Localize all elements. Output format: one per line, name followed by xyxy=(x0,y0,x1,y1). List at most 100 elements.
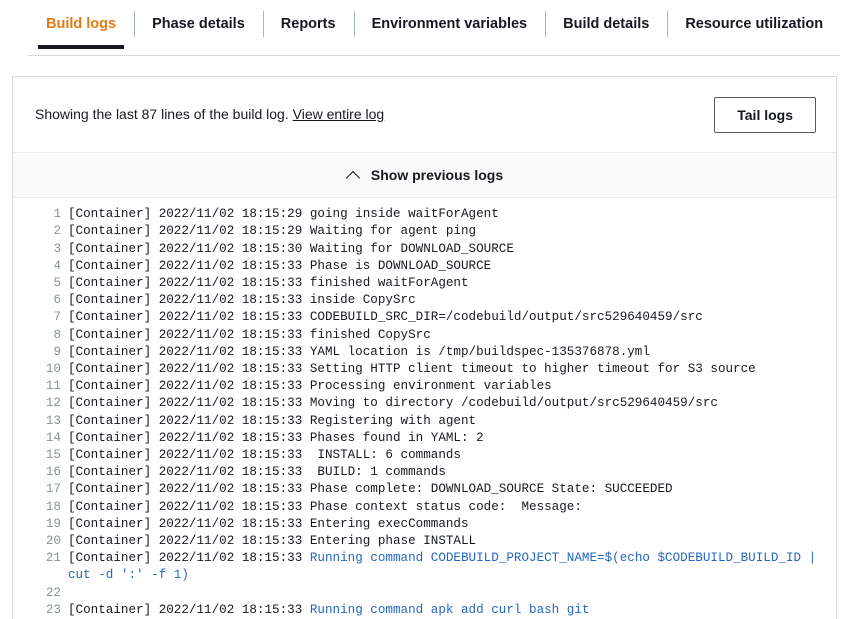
log-line-prefix: [Container] 2022/11/02 18:15:33 Processi… xyxy=(68,379,552,394)
log-line: 22 xyxy=(13,585,836,602)
build-tabs: Build logs Phase details Reports Environ… xyxy=(0,0,849,56)
log-line-prefix: [Container] 2022/11/02 18:15:30 Waiting … xyxy=(68,241,514,256)
tab-reports[interactable]: Reports xyxy=(262,0,354,48)
log-line-text: [Container] 2022/11/02 18:15:33 Setting … xyxy=(68,361,836,378)
log-line: 7 [Container] 2022/11/02 18:15:33 CODEBUI… xyxy=(13,309,836,326)
log-line-prefix: [Container] 2022/11/02 18:15:33 Phases f… xyxy=(68,430,484,445)
log-line: 17 [Container] 2022/11/02 18:15:33 Phase … xyxy=(13,481,836,498)
log-summary-label: Showing the last 87 lines of the build l… xyxy=(35,106,289,123)
log-line-text: [Container] 2022/11/02 18:15:33 Moving t… xyxy=(68,395,836,412)
log-line-text: [Container] 2022/11/02 18:15:33 Phase co… xyxy=(68,499,836,516)
log-line-text: [Container] 2022/11/02 18:15:33 BUILD: 1… xyxy=(68,464,836,481)
log-line-text: [Container] 2022/11/02 18:15:33 CODEBUIL… xyxy=(68,309,836,326)
log-line: 15 [Container] 2022/11/02 18:15:33 INSTAL… xyxy=(13,447,836,464)
log-line-prefix: [Container] 2022/11/02 18:15:33 Register… xyxy=(68,413,477,428)
log-line: 4 [Container] 2022/11/02 18:15:33 Phase i… xyxy=(13,258,836,275)
log-line: 19 [Container] 2022/11/02 18:15:33 Enteri… xyxy=(13,516,836,533)
log-line-number: 14 xyxy=(45,430,61,445)
log-line: 23 [Container] 2022/11/02 18:15:33 Runnin… xyxy=(13,602,836,619)
log-line-text: [Container] 2022/11/02 18:15:33 Entering… xyxy=(68,516,836,533)
log-line: 21 [Container] 2022/11/02 18:15:33 Runnin… xyxy=(13,550,836,584)
log-line: 13 [Container] 2022/11/02 18:15:33 Regist… xyxy=(13,413,836,430)
show-previous-logs-inner: Show previous logs xyxy=(346,167,503,183)
log-line-number: 21 xyxy=(45,551,61,566)
log-line-text: [Container] 2022/11/02 18:15:33 Running … xyxy=(68,602,836,619)
log-line: 5 [Container] 2022/11/02 18:15:33 finishe… xyxy=(13,275,836,292)
log-line-number: 2 xyxy=(53,224,61,239)
log-line: 14 [Container] 2022/11/02 18:15:33 Phases… xyxy=(13,430,836,447)
log-line-number: 1 xyxy=(53,207,61,222)
tab-reports-label: Reports xyxy=(280,16,336,32)
log-line-prefix: [Container] 2022/11/02 18:15:33 Setting … xyxy=(68,362,756,377)
log-line-prefix: [Container] 2022/11/02 18:15:33 Entering… xyxy=(68,516,469,531)
tail-logs-button[interactable]: Tail logs xyxy=(714,97,816,134)
log-line-text: [Container] 2022/11/02 18:15:33 Phase co… xyxy=(68,481,836,498)
log-line: 9 [Container] 2022/11/02 18:15:33 YAML lo… xyxy=(13,344,836,361)
tab-environment-variables[interactable]: Environment variables xyxy=(353,0,546,48)
log-line-prefix: [Container] 2022/11/02 18:15:33 CODEBUIL… xyxy=(68,310,703,325)
log-line-text: [Container] 2022/11/02 18:15:33 inside C… xyxy=(68,292,836,309)
tab-phase-details-label: Phase details xyxy=(152,16,245,32)
log-line-command: Running command apk add curl bash git xyxy=(309,602,590,617)
log-line: 10 [Container] 2022/11/02 18:15:33 Settin… xyxy=(13,361,836,378)
log-line-text: [Container] 2022/11/02 18:15:29 Waiting … xyxy=(68,223,836,240)
log-line-prefix: [Container] 2022/11/02 18:15:33 xyxy=(68,551,310,566)
log-line: 11 [Container] 2022/11/02 18:15:33 Proces… xyxy=(13,378,836,395)
log-line-number: 4 xyxy=(53,258,61,273)
log-line-number: 7 xyxy=(53,310,61,325)
show-previous-logs-label: Show previous logs xyxy=(370,167,504,184)
log-line-text: [Container] 2022/11/02 18:15:29 going in… xyxy=(68,206,836,223)
log-line-prefix: [Container] 2022/11/02 18:15:33 finished… xyxy=(68,327,431,342)
log-line: 20 [Container] 2022/11/02 18:15:33 Enteri… xyxy=(13,533,836,550)
build-logs-card: Showing the last 87 lines of the build l… xyxy=(12,76,837,619)
chevron-up-icon xyxy=(346,170,362,180)
tab-build-details[interactable]: Build details xyxy=(545,0,667,48)
log-line-text: [Container] 2022/11/02 18:15:33 finished… xyxy=(68,275,836,292)
tab-build-logs-label: Build logs xyxy=(46,16,117,32)
tab-build-details-label: Build details xyxy=(563,16,650,32)
log-line-number: 16 xyxy=(45,465,61,480)
log-line: 18 [Container] 2022/11/02 18:15:33 Phase … xyxy=(13,499,836,516)
log-line-prefix: [Container] 2022/11/02 18:15:33 Moving t… xyxy=(68,396,718,411)
tab-resource-utilization-label: Resource utilization xyxy=(685,16,824,32)
tab-phase-details[interactable]: Phase details xyxy=(134,0,263,48)
log-line-prefix: [Container] 2022/11/02 18:15:33 finished… xyxy=(68,276,469,290)
log-line-text: [Container] 2022/11/02 18:15:30 Waiting … xyxy=(68,241,836,258)
log-line-number: 20 xyxy=(45,534,61,549)
log-line-number: 12 xyxy=(45,396,61,411)
log-line: 2 [Container] 2022/11/02 18:15:29 Waiting… xyxy=(13,223,836,240)
log-line-number: 5 xyxy=(53,276,61,290)
log-line-prefix: [Container] 2022/11/02 18:15:33 Phase co… xyxy=(68,482,673,497)
log-line-number: 13 xyxy=(45,413,61,428)
log-summary-text: Showing the last 87 lines of the build l… xyxy=(35,105,384,125)
log-line-number: 17 xyxy=(45,482,61,497)
log-line-prefix: [Container] 2022/11/02 18:15:33 YAML loc… xyxy=(68,344,650,359)
log-line-number: 10 xyxy=(45,362,61,377)
tab-resource-utilization[interactable]: Resource utilization xyxy=(667,0,841,48)
log-line-prefix: [Container] 2022/11/02 18:15:33 xyxy=(68,602,310,617)
log-line: 16 [Container] 2022/11/02 18:15:33 BUILD:… xyxy=(13,464,836,481)
log-line-number: 6 xyxy=(53,293,61,308)
log-line-text: [Container] 2022/11/02 18:15:33 finished… xyxy=(68,327,836,344)
log-line-prefix: [Container] 2022/11/02 18:15:33 Phase co… xyxy=(68,499,590,514)
log-line-prefix: [Container] 2022/11/02 18:15:33 BUILD: 1… xyxy=(68,465,446,480)
log-line-number: 3 xyxy=(53,241,61,256)
show-previous-logs-button[interactable]: Show previous logs xyxy=(13,152,836,199)
log-line-text: [Container] 2022/11/02 18:15:33 Phases f… xyxy=(68,430,836,447)
log-output[interactable]: 1 [Container] 2022/11/02 18:15:29 going i… xyxy=(13,198,836,619)
log-line-text: [Container] 2022/11/02 18:15:33 INSTALL:… xyxy=(68,447,836,464)
tab-build-logs[interactable]: Build logs xyxy=(28,0,134,50)
log-line-text: [Container] 2022/11/02 18:15:33 Register… xyxy=(68,413,836,430)
log-line-number: 22 xyxy=(45,585,61,600)
log-line-number: 23 xyxy=(45,602,61,617)
log-line-number: 11 xyxy=(45,379,61,394)
log-line-prefix: [Container] 2022/11/02 18:15:29 going in… xyxy=(68,207,499,222)
log-line-text: [Container] 2022/11/02 18:15:33 Entering… xyxy=(68,533,836,550)
log-line-number: 8 xyxy=(53,327,61,342)
log-line-number: 9 xyxy=(53,344,61,359)
log-line-text: [Container] 2022/11/02 18:15:33 Phase is… xyxy=(68,258,836,275)
log-line-number: 18 xyxy=(45,499,61,514)
view-entire-log-link[interactable]: View entire log xyxy=(293,106,385,122)
log-line-prefix: [Container] 2022/11/02 18:15:33 INSTALL:… xyxy=(68,448,461,463)
log-line-prefix: [Container] 2022/11/02 18:15:33 Entering… xyxy=(68,534,477,549)
